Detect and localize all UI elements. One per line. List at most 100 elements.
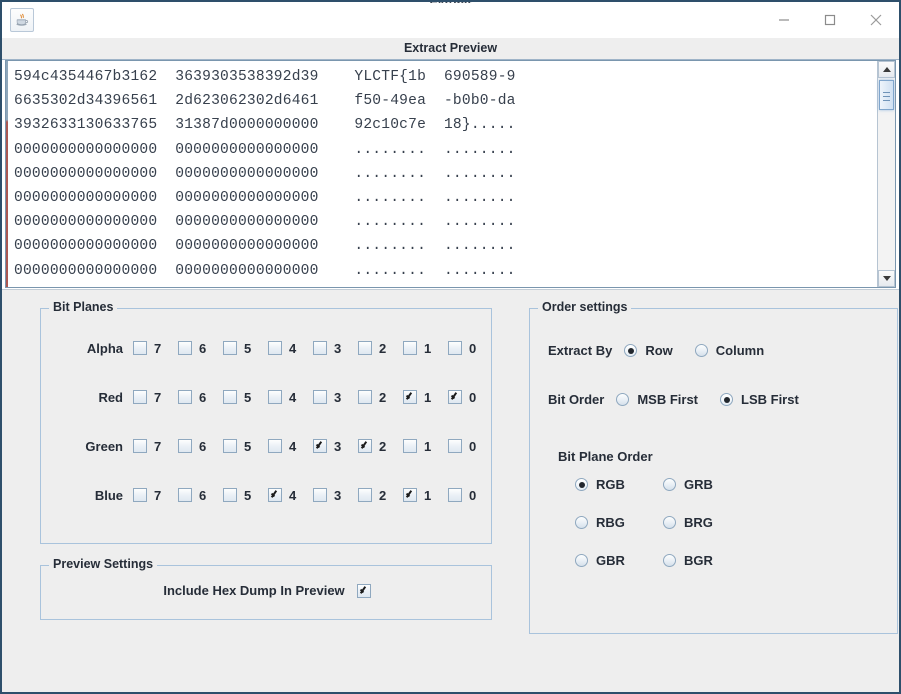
- scroll-down-icon[interactable]: [878, 270, 895, 287]
- bit-cell: 2: [358, 439, 403, 454]
- checkbox-green-bit-1[interactable]: [403, 439, 417, 453]
- checkbox-blue-bit-7[interactable]: [133, 488, 147, 502]
- bit-number-label: 6: [199, 438, 207, 454]
- checkbox-blue-bit-3[interactable]: [313, 488, 327, 502]
- radio-bit-order-msb-first-indicator[interactable]: [616, 393, 630, 406]
- checkbox-red-bit-2[interactable]: [358, 390, 372, 404]
- close-icon[interactable]: [853, 2, 899, 38]
- checkbox-blue-bit-4[interactable]: [268, 488, 282, 502]
- checkbox-alpha-bit-1[interactable]: [403, 341, 417, 355]
- bit-cell: 5: [223, 341, 268, 356]
- bit-number-label: 5: [244, 487, 252, 503]
- radio-bit-plane-order-rbg-indicator[interactable]: [575, 516, 588, 529]
- bit-number-label: 2: [379, 340, 387, 356]
- include-hex-dump-checkbox[interactable]: [356, 583, 371, 598]
- checkbox-green-bit-6[interactable]: [178, 439, 192, 453]
- channel-label-blue: Blue: [94, 487, 123, 503]
- bit-cell: 3: [313, 390, 358, 405]
- radio-bit-plane-order-bgr-indicator[interactable]: [663, 554, 676, 567]
- bit-number-label: 0: [469, 340, 477, 356]
- checkbox-alpha-bit-0[interactable]: [448, 341, 462, 355]
- checkbox-red-bit-1[interactable]: [403, 390, 417, 404]
- radio-bit-plane-order-rgb-indicator[interactable]: [575, 478, 588, 491]
- bit-checkbox-group: 7 6 5 4 3 2 1 0: [133, 439, 493, 454]
- bit-cell: 0: [448, 439, 493, 454]
- radio-extract-by-row[interactable]: Row: [624, 343, 673, 358]
- checkbox-red-bit-6[interactable]: [178, 390, 192, 404]
- checkbox-red-bit-4[interactable]: [268, 390, 282, 404]
- checkbox-alpha-bit-3[interactable]: [313, 341, 327, 355]
- bit-cell: 0: [448, 390, 493, 405]
- checkbox-blue-bit-5[interactable]: [223, 488, 237, 502]
- checkbox-green-bit-4[interactable]: [268, 439, 282, 453]
- channel-label-red: Red: [98, 389, 123, 405]
- scrollbar-thumb[interactable]: [879, 80, 894, 110]
- radio-bit-plane-order-bgr[interactable]: BGR: [663, 553, 751, 568]
- window-titlebar: Extract: [2, 2, 899, 38]
- bit-number-label: 2: [379, 487, 387, 503]
- window-controls: [761, 2, 899, 38]
- checkbox-green-bit-2[interactable]: [358, 439, 372, 453]
- radio-bit-plane-order-rbg[interactable]: RBG: [575, 515, 663, 530]
- order-settings-group-title: Order settings: [538, 300, 632, 314]
- checkbox-green-bit-5[interactable]: [223, 439, 237, 453]
- checkbox-blue-bit-0[interactable]: [448, 488, 462, 502]
- checkbox-red-bit-0[interactable]: [448, 390, 462, 404]
- bit-order-options: MSB First LSB First: [616, 392, 799, 407]
- radio-extract-by-column-label: Column: [715, 343, 765, 358]
- extract-preview-header: Extract Preview: [2, 38, 899, 60]
- radio-bit-plane-order-rgb[interactable]: RGB: [575, 477, 663, 492]
- radio-bit-order-msb-first[interactable]: MSB First: [616, 392, 698, 407]
- bit-planes-group-title: Bit Planes: [49, 300, 118, 314]
- radio-bit-plane-order-gbr-indicator[interactable]: [575, 554, 588, 567]
- radio-extract-by-row-indicator[interactable]: [624, 344, 638, 357]
- checkbox-blue-bit-6[interactable]: [178, 488, 192, 502]
- radio-bit-order-msb-first-label: MSB First: [637, 392, 699, 407]
- checkbox-alpha-bit-2[interactable]: [358, 341, 372, 355]
- radio-bit-plane-order-grb-indicator[interactable]: [663, 478, 676, 491]
- extract-by-row: Extract By Row Column: [548, 343, 764, 358]
- bit-cell: 6: [178, 439, 223, 454]
- checkbox-red-bit-7[interactable]: [133, 390, 147, 404]
- checkbox-alpha-bit-5[interactable]: [223, 341, 237, 355]
- checkbox-blue-bit-2[interactable]: [358, 488, 372, 502]
- checkbox-green-bit-7[interactable]: [133, 439, 147, 453]
- radio-extract-by-column[interactable]: Column: [694, 343, 765, 358]
- radio-bit-order-lsb-first-indicator[interactable]: [720, 393, 734, 406]
- radio-bit-plane-order-brg-indicator[interactable]: [663, 516, 676, 529]
- bit-number-label: 6: [199, 389, 207, 405]
- scroll-up-icon[interactable]: [878, 61, 895, 78]
- checkbox-red-bit-5[interactable]: [223, 390, 237, 404]
- bit-number-label: 5: [244, 340, 252, 356]
- bit-cell: 3: [313, 488, 358, 503]
- bit-cell: 1: [403, 390, 448, 405]
- checkbox-green-bit-3[interactable]: [313, 439, 327, 453]
- bit-cell: 4: [268, 341, 313, 356]
- hex-preview-vertical-scrollbar[interactable]: [877, 61, 895, 287]
- bit-cell: 5: [223, 488, 268, 503]
- checkbox-red-bit-3[interactable]: [313, 390, 327, 404]
- checkbox-alpha-bit-4[interactable]: [268, 341, 282, 355]
- bit-cell: 0: [448, 341, 493, 356]
- radio-bit-plane-order-grb[interactable]: GRB: [663, 477, 751, 492]
- checkbox-blue-bit-1[interactable]: [403, 488, 417, 502]
- radio-bit-plane-order-brg[interactable]: BRG: [663, 515, 751, 530]
- bit-plane-row-green: Green 7 6 5 4 3 2 1 0: [41, 435, 493, 457]
- radio-extract-by-column-indicator[interactable]: [694, 344, 708, 357]
- checkbox-alpha-bit-7[interactable]: [133, 341, 147, 355]
- bit-cell: 4: [268, 488, 313, 503]
- radio-bit-order-lsb-first[interactable]: LSB First: [720, 392, 799, 407]
- radio-bit-plane-order-gbr[interactable]: GBR: [575, 553, 663, 568]
- bit-number-label: 4: [289, 340, 297, 356]
- radio-bit-order-lsb-first-label: LSB First: [741, 392, 799, 407]
- checkbox-alpha-bit-6[interactable]: [178, 341, 192, 355]
- bit-plane-order-label: Bit Plane Order: [558, 449, 653, 464]
- minimize-icon[interactable]: [761, 2, 807, 38]
- include-hex-dump-label: Include Hex Dump In Preview: [163, 583, 345, 598]
- bit-planes-group: Bit Planes Alpha 7 6 5 4 3 2 1 0 Red 7 6 5 4 3 2 1 0 Green…: [40, 300, 493, 544]
- hex-preview-textpane[interactable]: 594c4354467b3162 3639303538392d39 YLCTF{…: [6, 61, 877, 287]
- maximize-icon[interactable]: [807, 2, 853, 38]
- bit-cell: 5: [223, 390, 268, 405]
- bit-number-label: 1: [424, 389, 432, 405]
- checkbox-green-bit-0[interactable]: [448, 439, 462, 453]
